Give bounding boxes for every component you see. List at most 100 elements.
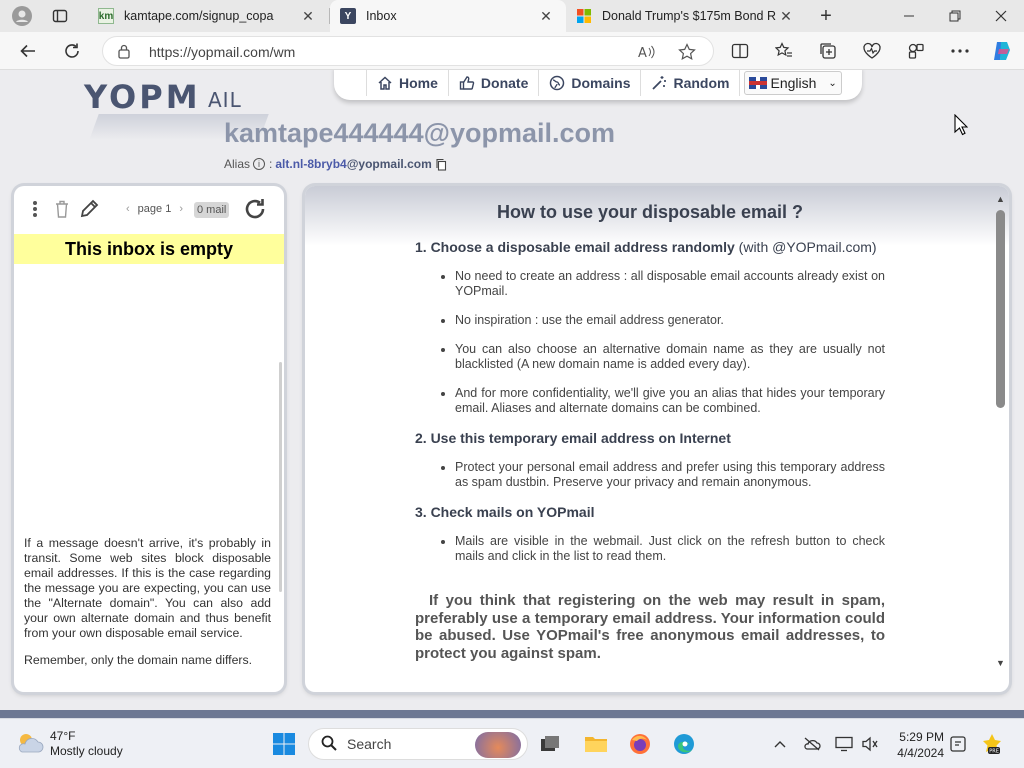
clock-date: 4/4/2024 [897, 746, 944, 760]
cloud-icon [16, 732, 44, 757]
globe-icon [549, 75, 565, 91]
mail-count-badge: 0 mail [194, 202, 230, 218]
section-heading: 3. Check mails on YOPmail [415, 504, 595, 520]
nav-label: Domains [571, 75, 631, 91]
nav-random[interactable]: Random [641, 70, 741, 96]
tab-title: kamtape.com/signup_copa [124, 9, 274, 23]
next-page-icon[interactable]: › [179, 203, 183, 215]
nav-label: Home [399, 75, 438, 91]
alias-name-link[interactable]: alt.nl-8bryb4 [275, 157, 346, 171]
search-label: Search [347, 736, 392, 752]
close-tab-icon[interactable]: ✕ [776, 8, 796, 25]
new-tab-icon[interactable]: + [814, 4, 838, 28]
language-select[interactable]: English ⌄ [744, 71, 842, 95]
chevron-down-icon: ⌄ [828, 77, 837, 89]
info-icon[interactable]: i [253, 158, 266, 170]
notification-icon[interactable] [946, 732, 970, 756]
home-icon [377, 75, 393, 91]
close-window-icon[interactable] [978, 0, 1024, 32]
preview-badge-icon[interactable]: PRE [980, 732, 1004, 756]
clock-time: 5:29 PM [899, 730, 944, 744]
back-icon[interactable] [14, 38, 42, 64]
section-heading: 1. Choose a disposable email address ran… [415, 239, 885, 255]
copy-icon[interactable] [435, 158, 447, 171]
tab-news[interactable]: Donald Trump's $175m Bond Rej ✕ [566, 0, 806, 32]
browser-essentials-icon[interactable] [858, 38, 886, 64]
list-item: You can also choose an alternative domai… [455, 342, 885, 372]
tab-strip: km kamtape.com/signup_copa ✕ Y Inbox ✕ D… [0, 0, 1024, 32]
inbox-note: Remember, only the domain name differs. [24, 653, 253, 667]
minimize-icon[interactable] [886, 0, 932, 32]
tab-inbox[interactable]: Y Inbox ✕ [330, 0, 566, 32]
collections-icon[interactable] [814, 38, 842, 64]
scroll-thumb[interactable] [996, 210, 1005, 408]
taskbar-search[interactable]: Search [308, 728, 528, 760]
section-title: 1. Choose a disposable email address ran… [415, 239, 735, 255]
nav-domains[interactable]: Domains [539, 70, 642, 96]
webpage: YOPM AIL Home Donate Domains Random Engl… [0, 70, 1024, 718]
language-value: English [770, 75, 817, 91]
compose-icon[interactable] [78, 198, 100, 220]
scroll-down-icon[interactable]: ▼ [996, 658, 1005, 668]
search-highlight-image [475, 732, 521, 758]
scroll-up-icon[interactable]: ▲ [996, 194, 1005, 204]
inbox-toolbar: ‹ page 1 › 0 mail [14, 186, 284, 234]
chevron-up-icon[interactable] [768, 732, 792, 756]
vertical-dots-icon[interactable] [32, 200, 38, 218]
list-item: And for more confidentiality, we'll give… [455, 386, 885, 416]
page-footer-strip [0, 710, 1024, 718]
inbox-notes: If a message doesn't arrive, it's probab… [24, 536, 271, 680]
close-tab-icon[interactable]: ✕ [298, 8, 318, 25]
tab-actions-icon[interactable] [46, 4, 74, 28]
favorite-star-icon[interactable] [677, 42, 697, 62]
delete-icon[interactable] [54, 199, 70, 219]
address-bar: https://yopmail.com/wm A [0, 32, 1024, 70]
copilot-icon[interactable] [988, 38, 1016, 64]
section-suffix: (with @YOPmail.com) [734, 239, 877, 255]
mouse-cursor-icon [954, 113, 969, 139]
firefox-icon[interactable] [624, 728, 656, 760]
inbox-note: If a message doesn't arrive, it's probab… [24, 536, 271, 640]
help-title: How to use your disposable email ? [496, 202, 804, 222]
more-menu-icon[interactable] [946, 38, 974, 64]
profile-icon[interactable] [8, 4, 36, 28]
url-field[interactable]: https://yopmail.com/wm A [102, 36, 714, 66]
display-icon[interactable] [832, 732, 856, 756]
tab-title: Inbox [366, 9, 397, 23]
refresh-inbox-icon[interactable] [242, 196, 268, 222]
tab-kamtape[interactable]: km kamtape.com/signup_copa ✕ [88, 0, 328, 32]
nav-label: Donate [480, 75, 529, 91]
file-explorer-icon[interactable] [580, 728, 612, 760]
windows-start-icon[interactable] [268, 728, 300, 760]
pager: ‹ page 1 › [118, 203, 191, 215]
list-item: Protect your personal email address and … [455, 460, 885, 490]
split-screen-icon[interactable] [726, 38, 754, 64]
url-text: https://yopmail.com/wm [149, 44, 296, 60]
edge-icon[interactable] [668, 728, 700, 760]
tab-title: Donald Trump's $175m Bond Rej [602, 9, 776, 23]
cloud-sync-icon[interactable] [800, 732, 824, 756]
nav-home[interactable]: Home [366, 70, 449, 96]
task-view-icon[interactable] [534, 728, 566, 760]
page-label: page 1 [137, 203, 172, 215]
email-address: kamtape444444@yopmail.com [224, 118, 616, 148]
list-item: No need to create an address : all dispo… [455, 269, 885, 299]
section-list: No need to create an address : all dispo… [455, 269, 885, 416]
restore-icon[interactable] [932, 0, 978, 32]
extensions-icon[interactable] [902, 38, 930, 64]
volume-muted-icon[interactable] [858, 732, 882, 756]
nav-donate[interactable]: Donate [449, 70, 540, 96]
inbox-scrollbar[interactable] [279, 362, 282, 592]
favorites-icon[interactable] [770, 38, 798, 64]
close-tab-icon[interactable]: ✕ [536, 8, 556, 25]
system-clock[interactable]: 5:29 PM 4/4/2024 [888, 729, 944, 761]
refresh-icon[interactable] [58, 38, 86, 64]
prev-page-icon[interactable]: ‹ [126, 203, 130, 215]
read-aloud-icon[interactable]: A [637, 42, 657, 62]
search-icon [321, 735, 337, 754]
yopmail-icon: Y [340, 8, 356, 24]
alias-domain: @yopmail.com [346, 157, 432, 171]
lock-icon[interactable] [117, 43, 131, 62]
weather-widget[interactable]: 47°F Mostly cloudy [16, 729, 123, 759]
help-scrollbar[interactable]: ▲ ▼ [993, 186, 1009, 692]
